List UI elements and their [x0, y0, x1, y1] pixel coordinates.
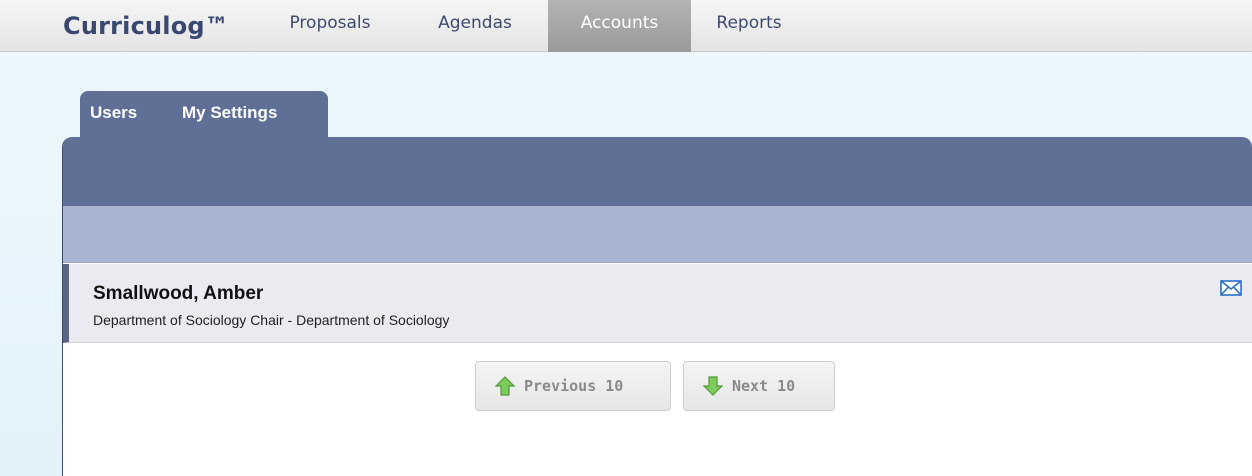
nav-proposals[interactable]: Proposals	[263, 0, 397, 52]
user-list-item[interactable]: Smallwood, Amber Department of Sociology…	[63, 264, 1252, 343]
previous-10-button[interactable]: Previous 10	[475, 361, 671, 411]
previous-10-label: Previous 10	[524, 377, 624, 395]
nav-reports[interactable]: Reports	[694, 0, 804, 52]
arrow-up-icon	[494, 376, 516, 396]
brand-logo[interactable]: Curriculog™	[63, 12, 229, 40]
envelope-icon[interactable]	[1220, 280, 1242, 296]
nav-accounts[interactable]: Accounts	[548, 0, 691, 52]
panel-header	[63, 137, 1252, 206]
account-tabs: Users My Settings	[80, 91, 328, 139]
top-navigation-bar: Curriculog™ Proposals Agendas Accounts R…	[0, 0, 1252, 52]
nav-agendas[interactable]: Agendas	[410, 0, 540, 52]
user-name: Smallwood, Amber	[93, 283, 264, 304]
next-10-button[interactable]: Next 10	[683, 361, 835, 411]
tab-my-settings[interactable]: My Settings	[174, 97, 328, 139]
tab-users[interactable]: Users	[90, 103, 137, 129]
next-10-label: Next 10	[732, 377, 796, 395]
users-panel: Smallwood, Amber Department of Sociology…	[62, 137, 1252, 476]
user-department: Department of Sociology Chair - Departme…	[93, 312, 450, 328]
panel-subheader	[63, 206, 1252, 263]
arrow-down-icon	[702, 376, 724, 396]
